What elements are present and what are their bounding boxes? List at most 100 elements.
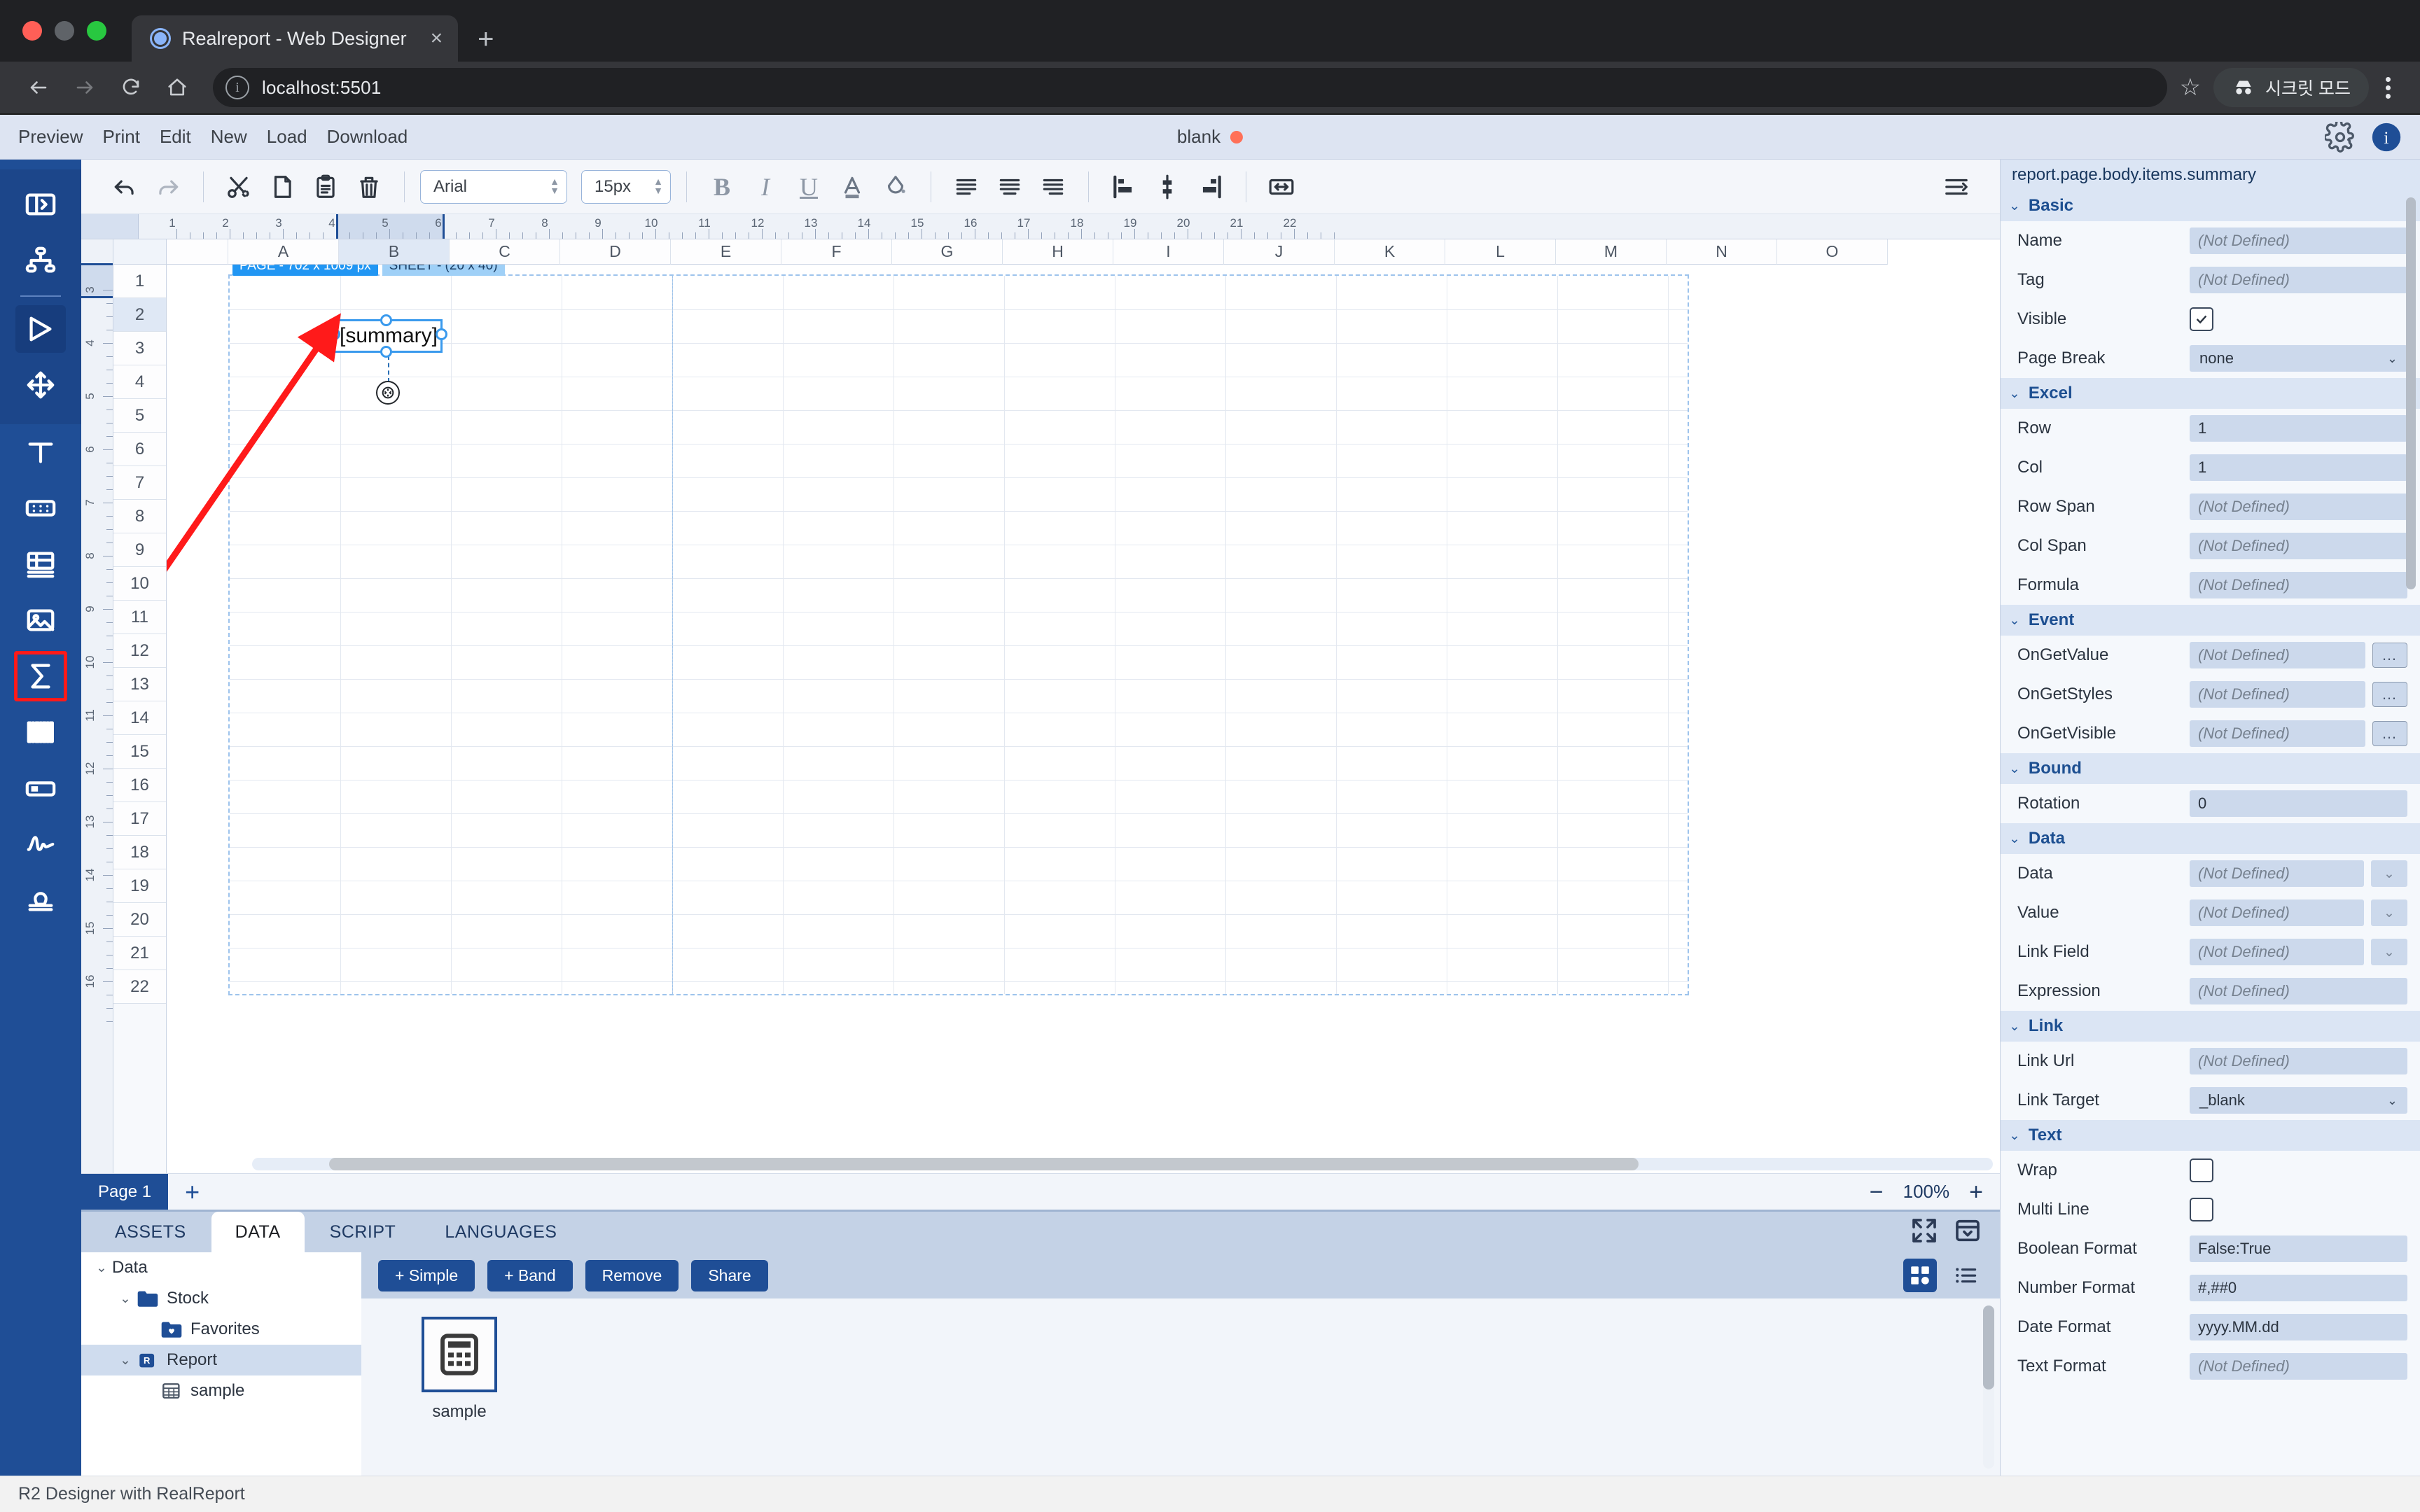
- row-header-cell[interactable]: 4: [113, 365, 166, 399]
- button-item-icon[interactable]: [15, 764, 66, 812]
- row-header-cell[interactable]: 9: [113, 533, 166, 567]
- dropdown-button-value[interactable]: ⌄: [2371, 899, 2407, 926]
- tree-icon[interactable]: [15, 237, 66, 284]
- column-header-cell[interactable]: K: [1335, 239, 1445, 265]
- menu-item-print[interactable]: Print: [102, 126, 139, 148]
- dropdown-button-data[interactable]: ⌄: [2371, 860, 2407, 887]
- dock-scrollbar[interactable]: [1983, 1306, 1994, 1469]
- open-editor-button-ongetvalue[interactable]: …: [2372, 643, 2407, 668]
- column-header-cell[interactable]: F: [781, 239, 892, 265]
- sheet-grid[interactable]: ABCDEFGHIJKLMNO PAGE - 702 x 1009 px SHE…: [167, 239, 2000, 1173]
- menu-item-preview[interactable]: Preview: [18, 126, 83, 148]
- input-formula[interactable]: (Not Defined): [2190, 572, 2407, 598]
- row-header-cell[interactable]: 1: [113, 265, 166, 298]
- cut-icon[interactable]: [219, 167, 258, 206]
- undo-icon[interactable]: [105, 167, 144, 206]
- row-header-cell[interactable]: 20: [113, 903, 166, 937]
- data-tree[interactable]: ⌄ Data ⌄ Stock Favorites ⌄ R Report sample: [81, 1252, 361, 1476]
- redo-icon[interactable]: [148, 167, 188, 206]
- input-ongetstyles[interactable]: (Not Defined): [2190, 681, 2365, 708]
- property-group-link[interactable]: ⌄ Link: [2001, 1011, 2420, 1042]
- design-canvas[interactable]: PAGE - 702 x 1009 px SHEET - (20 x 40) […: [167, 265, 2000, 1173]
- property-list[interactable]: ⌄ Basic Name (Not Defined) Tag (Not Defined) V…: [2001, 190, 2420, 1476]
- input-rotation[interactable]: 0: [2190, 790, 2407, 817]
- minimize-window-button[interactable]: [55, 21, 74, 41]
- font-color-icon[interactable]: [833, 167, 872, 206]
- column-header-cell[interactable]: I: [1113, 239, 1224, 265]
- tree-node-report[interactable]: ⌄ R Report: [81, 1345, 361, 1376]
- input-data[interactable]: (Not Defined): [2190, 860, 2364, 887]
- menu-item-download[interactable]: Download: [327, 126, 408, 148]
- list-view-icon[interactable]: [1949, 1259, 1983, 1292]
- new-tab-button[interactable]: +: [478, 25, 494, 53]
- property-group-basic[interactable]: ⌄ Basic: [2001, 190, 2420, 221]
- row-header-cell[interactable]: 15: [113, 735, 166, 769]
- column-header-cell[interactable]: E: [671, 239, 781, 265]
- input-ongetvalue[interactable]: (Not Defined): [2190, 642, 2365, 668]
- input-text-format[interactable]: (Not Defined): [2190, 1353, 2407, 1380]
- expand-icon[interactable]: [1910, 1217, 1938, 1248]
- gear-icon[interactable]: [2323, 119, 2356, 153]
- input-col[interactable]: 1: [2190, 454, 2407, 481]
- checkbox-wrap[interactable]: [2190, 1158, 2213, 1182]
- bookmark-star-icon[interactable]: ☆: [2180, 74, 2201, 102]
- fit-width-icon[interactable]: [1262, 167, 1301, 206]
- input-boolean-format[interactable]: False:True: [2190, 1236, 2407, 1262]
- browser-menu-icon[interactable]: [2374, 74, 2402, 102]
- horizontal-scrollbar[interactable]: [252, 1158, 1993, 1170]
- reload-icon[interactable]: [111, 67, 151, 108]
- row-header-cell[interactable]: 12: [113, 634, 166, 668]
- column-header-cell[interactable]: B: [339, 239, 450, 265]
- column-header-cell[interactable]: H: [1003, 239, 1113, 265]
- tree-node-sample[interactable]: sample: [81, 1376, 361, 1406]
- dock-scrollbar-thumb[interactable]: [1983, 1306, 1994, 1390]
- home-icon[interactable]: [157, 67, 197, 108]
- row-header-cell[interactable]: 13: [113, 668, 166, 701]
- input-number-format[interactable]: #,##0: [2190, 1275, 2407, 1301]
- inspector-scrollbar-thumb[interactable]: [2406, 197, 2416, 589]
- select-page-break[interactable]: none ⌄: [2190, 345, 2407, 372]
- menu-item-load[interactable]: Load: [267, 126, 307, 148]
- info-circle-icon[interactable]: i: [2371, 122, 2402, 153]
- column-header-cell[interactable]: O: [1777, 239, 1888, 265]
- row-header-cell[interactable]: 6: [113, 433, 166, 466]
- signature-item-icon[interactable]: [15, 820, 66, 868]
- row-header-cell[interactable]: 14: [113, 701, 166, 735]
- column-header-cell[interactable]: D: [560, 239, 671, 265]
- input-row[interactable]: 1: [2190, 415, 2407, 442]
- row-header-cell[interactable]: 21: [113, 937, 166, 970]
- selected-summary-item[interactable]: [summary]: [328, 314, 447, 358]
- page-tab-1[interactable]: Page 1: [81, 1174, 169, 1210]
- collapse-panel-icon[interactable]: [1954, 1217, 1982, 1248]
- open-editor-button-ongetstyles[interactable]: …: [2372, 682, 2407, 707]
- row-header-cell[interactable]: 5: [113, 399, 166, 433]
- text-item-icon[interactable]: [15, 428, 66, 476]
- barcode-item-icon[interactable]: [15, 708, 66, 756]
- open-editor-button-ongetvisible[interactable]: …: [2372, 721, 2407, 746]
- row-header-cell[interactable]: 18: [113, 836, 166, 869]
- image-item-icon[interactable]: [15, 596, 66, 644]
- resize-handle-top[interactable]: [380, 314, 392, 326]
- column-header-cell[interactable]: G: [892, 239, 1003, 265]
- forward-icon[interactable]: [64, 67, 105, 108]
- tab-languages[interactable]: LANGUAGES: [421, 1212, 580, 1252]
- tab-data[interactable]: DATA: [211, 1212, 305, 1252]
- align-middle-icon[interactable]: [1148, 167, 1187, 206]
- align-center-icon[interactable]: [990, 167, 1029, 206]
- align-left-icon[interactable]: [947, 167, 986, 206]
- property-group-event[interactable]: ⌄ Event: [2001, 605, 2420, 636]
- address-bar[interactable]: i localhost:5501: [213, 68, 2167, 107]
- input-link-url[interactable]: (Not Defined): [2190, 1048, 2407, 1074]
- row-header-cell[interactable]: 22: [113, 970, 166, 1004]
- font-family-select[interactable]: Arial ▲ ▼: [420, 169, 567, 204]
- delete-icon[interactable]: [349, 167, 389, 206]
- summary-item-icon[interactable]: [14, 651, 67, 701]
- move-tool-icon[interactable]: [15, 361, 66, 409]
- row-header-cell[interactable]: 10: [113, 567, 166, 601]
- input-date-format[interactable]: yyyy.MM.dd: [2190, 1314, 2407, 1340]
- resize-handle-bottom[interactable]: [380, 346, 392, 358]
- back-icon[interactable]: [18, 67, 59, 108]
- row-header-cell[interactable]: 16: [113, 769, 166, 802]
- table-item-icon[interactable]: [15, 540, 66, 588]
- stamp-item-icon[interactable]: [15, 876, 66, 924]
